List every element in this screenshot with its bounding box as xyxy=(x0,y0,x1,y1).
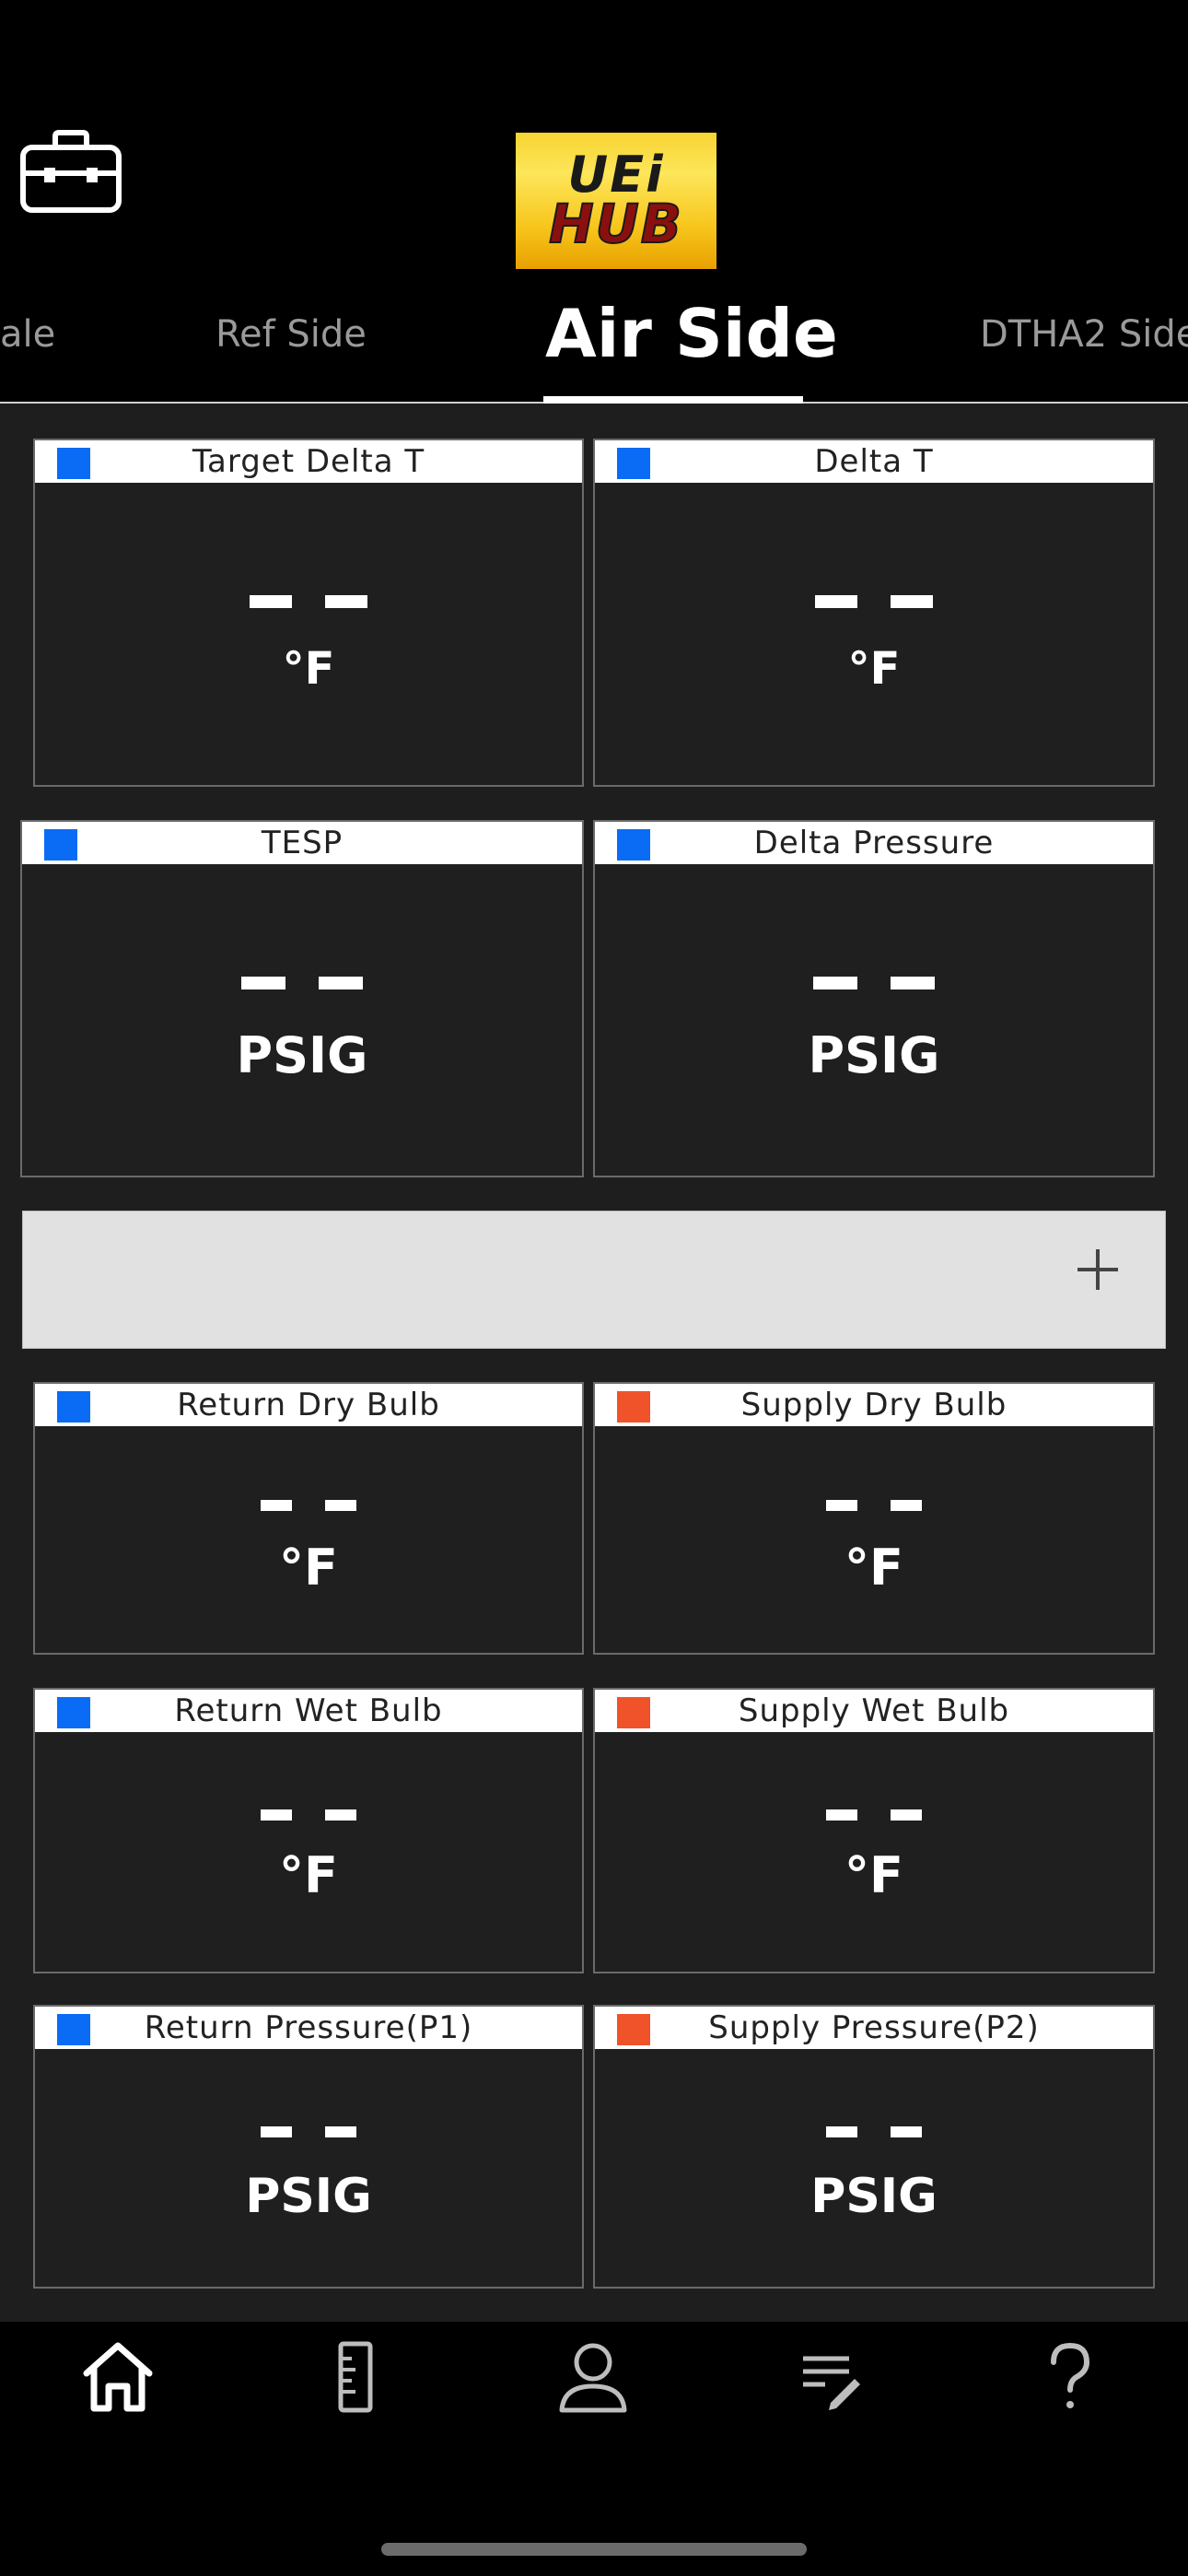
card-supply-dry-bulb[interactable]: Supply Dry Bulb °F xyxy=(593,1382,1155,1655)
value-placeholder xyxy=(595,595,1153,608)
card-return-wet-bulb[interactable]: Return Wet Bulb °F xyxy=(33,1688,584,1973)
card-title: Supply Wet Bulb xyxy=(738,1692,1010,1729)
card-header: Return Wet Bulb xyxy=(35,1690,582,1732)
toolbox-icon[interactable] xyxy=(20,129,122,214)
ruler-icon[interactable] xyxy=(319,2338,392,2416)
unit-label: PSIG xyxy=(245,2169,372,2224)
card-header: Target Delta T xyxy=(35,440,582,483)
home-indicator xyxy=(381,2543,807,2556)
card-header: Supply Wet Bulb xyxy=(595,1690,1153,1732)
value-placeholder xyxy=(35,595,582,608)
card-title: Target Delta T xyxy=(192,443,425,480)
logo-line1: UEi xyxy=(567,146,665,204)
card-title: Supply Dry Bulb xyxy=(740,1387,1007,1423)
card-title: Delta Pressure xyxy=(753,825,995,861)
active-tab-indicator xyxy=(543,396,803,404)
color-indicator xyxy=(57,1697,90,1728)
unit-label: PSIG xyxy=(236,1026,368,1084)
card-header: TESP xyxy=(22,822,582,864)
unit-label: PSIG xyxy=(810,2169,938,2224)
card-tesp[interactable]: TESP PSIG xyxy=(20,820,584,1177)
color-indicator xyxy=(617,829,650,861)
card-supply-wet-bulb[interactable]: Supply Wet Bulb °F xyxy=(593,1688,1155,1973)
logo-line2: HUB xyxy=(548,193,683,255)
unit-label: PSIG xyxy=(808,1026,940,1084)
card-return-pressure-p1[interactable]: Return Pressure(P1) PSIG xyxy=(33,2005,584,2289)
tab-air-side[interactable]: Air Side xyxy=(545,295,838,372)
add-measurement-bar[interactable] xyxy=(22,1211,1166,1349)
card-delta-pressure[interactable]: Delta Pressure PSIG xyxy=(593,820,1155,1177)
card-title: TESP xyxy=(261,825,344,861)
card-header: Delta T xyxy=(595,440,1153,483)
card-supply-pressure-p2[interactable]: Supply Pressure(P2) PSIG xyxy=(593,2005,1155,2289)
color-indicator xyxy=(57,2014,90,2045)
card-title: Return Wet Bulb xyxy=(174,1692,443,1729)
value-placeholder xyxy=(595,977,1153,989)
unit-label: °F xyxy=(282,643,335,695)
unit-label: °F xyxy=(279,1539,338,1597)
color-indicator xyxy=(617,1697,650,1728)
tab-dtha2-side[interactable]: DTHA2 Side xyxy=(980,313,1188,356)
tab-ref-side[interactable]: Ref Side xyxy=(215,313,367,356)
notes-edit-icon[interactable] xyxy=(794,2338,868,2416)
unit-label: °F xyxy=(279,1846,338,1904)
card-header: Return Pressure(P1) xyxy=(35,2007,582,2049)
value-placeholder xyxy=(35,1500,582,1511)
value-placeholder xyxy=(35,2126,582,2137)
header: UEi HUB ale Ref Side Air Side DTHA2 Side xyxy=(0,0,1188,404)
card-header: Delta Pressure xyxy=(595,822,1153,864)
unit-label: °F xyxy=(844,1846,903,1904)
card-header: Return Dry Bulb xyxy=(35,1384,582,1426)
unit-label: °F xyxy=(847,643,901,695)
card-title: Return Dry Bulb xyxy=(177,1387,440,1423)
home-icon[interactable] xyxy=(81,2338,155,2416)
card-title: Return Pressure(P1) xyxy=(144,2009,473,2046)
value-placeholder xyxy=(595,2126,1153,2137)
card-header: Supply Dry Bulb xyxy=(595,1384,1153,1426)
color-indicator xyxy=(617,448,650,479)
card-title: Delta T xyxy=(814,443,934,480)
color-indicator xyxy=(57,448,90,479)
color-indicator xyxy=(617,2014,650,2045)
value-placeholder xyxy=(22,977,582,989)
unit-label: °F xyxy=(844,1539,903,1597)
card-target-delta-t[interactable]: Target Delta T °F xyxy=(33,439,584,787)
tab-side[interactable]: ale xyxy=(0,313,55,356)
help-icon[interactable] xyxy=(1033,2338,1107,2416)
plus-icon[interactable] xyxy=(1075,1247,1121,1293)
card-delta-t[interactable]: Delta T °F xyxy=(593,439,1155,787)
person-icon[interactable] xyxy=(556,2338,630,2416)
value-placeholder xyxy=(595,1500,1153,1511)
app-logo: UEi HUB xyxy=(516,133,716,269)
value-placeholder xyxy=(35,1809,582,1821)
value-placeholder xyxy=(595,1809,1153,1821)
card-header: Supply Pressure(P2) xyxy=(595,2007,1153,2049)
color-indicator xyxy=(57,1391,90,1423)
color-indicator xyxy=(617,1391,650,1423)
color-indicator xyxy=(44,829,77,861)
card-title: Supply Pressure(P2) xyxy=(708,2009,1040,2046)
card-return-dry-bulb[interactable]: Return Dry Bulb °F xyxy=(33,1382,584,1655)
